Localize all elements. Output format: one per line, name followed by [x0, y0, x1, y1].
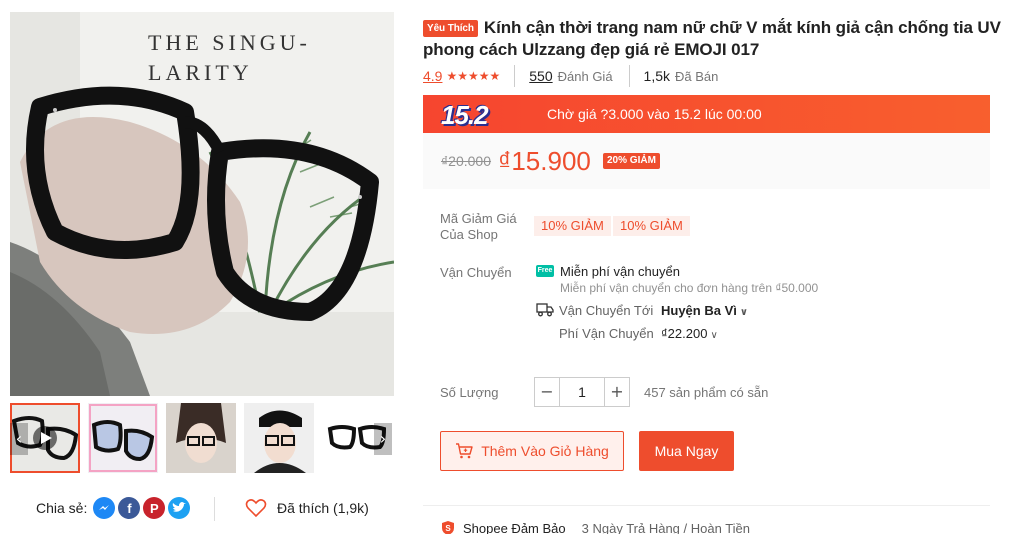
flash-sale-text: Chờ giá ?3.000 vào 15.2 lúc 00:00 [547, 106, 762, 122]
chevron-down-icon: ∨ [710, 330, 718, 341]
main-product-image[interactable]: THE SINGU- LARITY [10, 12, 394, 396]
current-price: ₫15.900 [498, 146, 591, 176]
buy-now-label: Mua Ngay [654, 443, 719, 459]
ship-fee-selector[interactable]: ₫22.200 ∨ [661, 326, 718, 341]
product-title: Kính cận thời trang nam nữ chữ V mắt kín… [423, 18, 1001, 59]
chevron-down-icon: ∨ [739, 307, 748, 318]
original-price: ₫20.000 [441, 153, 492, 169]
rating-value[interactable]: 4.9 [423, 68, 442, 84]
sold-divider [628, 65, 630, 87]
ship-fee-label: Phí Vận Chuyển [559, 326, 654, 341]
cart-icon [456, 443, 473, 459]
ship-fee-value: ₫22.200 [661, 326, 708, 341]
guarantee-description: 3 Ngày Trả Hàng / Hoàn Tiền [581, 520, 750, 534]
thumbnail-prev-button[interactable]: ‹ [10, 423, 28, 455]
thumbnail-5[interactable]: › [322, 403, 392, 473]
sold-label: Đã Bán [675, 68, 719, 84]
free-shipping-title: Miễn phí vận chuyển [560, 264, 680, 279]
share-label: Chia sẻ: [36, 500, 88, 516]
favorite-badge: Yêu Thích [423, 20, 478, 37]
share-divider [214, 497, 215, 521]
ship-to-value: Huyện Ba Vì [661, 303, 737, 318]
truck-icon [536, 303, 554, 317]
thumbnail-1[interactable]: ‹ [10, 403, 80, 473]
add-to-cart-label: Thêm Vào Giỏ Hàng [481, 443, 609, 459]
thumbnail-next-button[interactable]: › [374, 423, 392, 455]
rating-stars-icon: ★★★★★ [446, 69, 501, 83]
free-shipping-icon: Free [536, 265, 554, 277]
ship-to-selector[interactable]: Huyện Ba Vì ∨ [661, 303, 748, 318]
discount-badge: 20% GIẢM [603, 153, 660, 169]
rating-count-label: Đánh Giá [557, 68, 613, 84]
shopee-guarantee[interactable]: S Shopee Đảm Bảo 3 Ngày Trả Hàng / Hoàn … [440, 520, 750, 534]
voucher-tag-2[interactable]: 10% GIẢM [613, 216, 690, 236]
quantity-decrease-button[interactable]: − [535, 378, 559, 406]
svg-text:S: S [445, 524, 451, 533]
thumbnail-strip: ‹ › [10, 403, 394, 475]
rating-divider [514, 65, 516, 87]
book-title-line1: THE SINGU- [148, 30, 311, 55]
sold-count: 1,5k [643, 68, 671, 84]
price-box: ₫20.000 ₫15.900 20% GIẢM [423, 133, 990, 189]
guarantee-label: Shopee Đảm Bảo [463, 520, 566, 534]
like-button[interactable]: Đã thích (1,9k) [245, 496, 369, 520]
thumbnail-2[interactable] [88, 403, 158, 473]
product-photo: THE SINGU- LARITY [10, 12, 394, 396]
voucher-label: Mã Giảm Giá Của Shop [440, 211, 517, 242]
section-divider [423, 505, 990, 506]
shield-icon: S [442, 521, 454, 534]
quantity-label: Số Lượng [440, 385, 499, 400]
flash-sale-banner: 15.2 Chờ giá ?3.000 vào 15.2 lúc 00:00 [423, 95, 990, 133]
shipping-label: Vận Chuyển [440, 265, 512, 280]
like-count: Đã thích (1,9k) [277, 500, 369, 516]
flash-sale-logo: 15.2 [441, 100, 489, 130]
thumbnail-3[interactable] [166, 403, 236, 473]
ship-to-label: Vận Chuyển Tới [559, 303, 654, 318]
quantity-input[interactable]: 1 [559, 378, 605, 406]
messenger-icon[interactable] [93, 497, 116, 519]
twitter-icon[interactable] [168, 497, 191, 519]
heart-icon [245, 499, 267, 518]
quantity-increase-button[interactable]: + [605, 378, 629, 406]
thumbnail-4[interactable] [244, 403, 314, 473]
add-to-cart-button[interactable]: Thêm Vào Giỏ Hàng [440, 431, 624, 471]
stock-text: 457 sản phẩm có sẵn [644, 385, 769, 400]
book-title-line2: LARITY [148, 60, 253, 85]
buy-now-button[interactable]: Mua Ngay [639, 431, 734, 471]
free-shipping-subtitle: Miễn phí vận chuyển cho đơn hàng trên ₫5… [560, 281, 819, 295]
product-title-row: Yêu Thích Kính cận thời trang nam nữ chữ … [423, 17, 1003, 61]
rating-count[interactable]: 550 [529, 68, 552, 84]
pinterest-icon[interactable]: P [143, 497, 166, 519]
voucher-tag-1[interactable]: 10% GIẢM [534, 216, 611, 236]
quantity-stepper: − 1 + [534, 377, 630, 407]
share-row: Chia sẻ: f P [36, 496, 193, 520]
rating-row: 4.9 ★★★★★ 550 Đánh Giá 1,5k Đã Bán [423, 65, 734, 87]
facebook-icon[interactable]: f [118, 497, 141, 519]
